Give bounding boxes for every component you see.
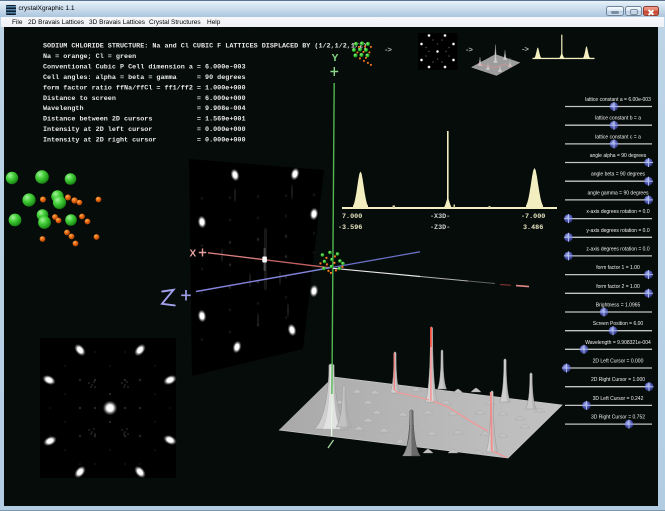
svg-text:form factor 1 = 1.00: form factor 1 = 1.00 xyxy=(596,265,640,271)
svg-text:2D Left Cursor = 0.000: 2D Left Cursor = 0.000 xyxy=(593,359,644,365)
svg-text:X: X xyxy=(190,249,197,260)
svg-text:z-axis degrees rotation = 0.0: z-axis degrees rotation = 0.0 xyxy=(586,246,649,252)
svg-text:Brightness = 1.0965: Brightness = 1.0965 xyxy=(596,303,641,309)
svg-text:form factor ratio ffNa/ffCl =: form factor ratio ffNa/ffCl = ff1/ff2 = … xyxy=(43,84,246,92)
svg-text:-Z3D-: -Z3D- xyxy=(430,224,450,232)
svg-text:->: -> xyxy=(466,45,473,54)
svg-text:x-axis degrees rotation = 0.0: x-axis degrees rotation = 0.0 xyxy=(586,209,649,215)
svg-text:Intensity at 2D left cursor: Intensity at 2D left cursor = 0.000e+000 xyxy=(43,126,246,134)
svg-text:-X3D-: -X3D- xyxy=(430,213,450,221)
svg-text:2D Right Cursor = 1.000: 2D Right Cursor = 1.000 xyxy=(591,377,645,383)
svg-text:7.000: 7.000 xyxy=(342,213,362,221)
svg-text:->: -> xyxy=(522,45,529,54)
svg-text:Na = orange; Cl = green: Na = orange; Cl = green xyxy=(43,53,136,61)
svg-text:3D Right Cursor = 0.752: 3D Right Cursor = 0.752 xyxy=(591,415,645,421)
svg-text:Y: Y xyxy=(332,52,339,64)
svg-text:Distance to screen: Distance to screen = 6.000e+000 xyxy=(43,95,246,103)
svg-text:3D Left Cursor = 0.242: 3D Left Cursor = 0.242 xyxy=(593,396,644,402)
svg-text:y-axis degrees rotation = 0.0: y-axis degrees rotation = 0.0 xyxy=(586,228,649,234)
svg-text:3.486: 3.486 xyxy=(523,224,543,232)
svg-text:Wavelength = 9.908321e-004: Wavelength = 9.908321e-004 xyxy=(585,340,651,346)
svg-text:angle alpha = 90 degrees: angle alpha = 90 degrees xyxy=(590,153,647,159)
svg-text:lattice constant a = 6.00e-003: lattice constant a = 6.00e-003 xyxy=(585,97,651,103)
svg-text:SODIUM CHLORIDE STRUCTURE: Na: SODIUM CHLORIDE STRUCTURE: Na and Cl CUB… xyxy=(43,43,367,51)
svg-text:lattice constant b = a: lattice constant b = a xyxy=(595,116,641,122)
svg-text:angle gamma = 90 degrees: angle gamma = 90 degrees xyxy=(587,190,649,196)
svg-text:Distance between 2D cursors: Distance between 2D cursors = 1.569e+001 xyxy=(43,116,246,124)
svg-text:-3.596: -3.596 xyxy=(338,224,362,232)
svg-text:Screen Position = 6.00: Screen Position = 6.00 xyxy=(593,321,644,327)
svg-text:-7.000: -7.000 xyxy=(521,213,545,221)
svg-text:Conventional Cubic P Cell dime: Conventional Cubic P Cell dimension a = … xyxy=(43,63,246,71)
svg-text:Intensity at 2D right cursor: Intensity at 2D right cursor = 0.000e+00… xyxy=(43,137,246,145)
svg-text:angle beta = 90 degrees: angle beta = 90 degrees xyxy=(591,172,646,178)
svg-text:Wavelength: Wavelength = 9.908e-004 xyxy=(43,105,246,113)
svg-text:form factor 2 = 1.00: form factor 2 = 1.00 xyxy=(596,284,640,290)
svg-text:->: -> xyxy=(385,45,392,54)
svg-text:Cell angles: alpha = beta = ga: Cell angles: alpha = beta = gamma = 90 d… xyxy=(43,74,246,82)
svg-text:lattice constant c = a: lattice constant c = a xyxy=(595,134,641,140)
